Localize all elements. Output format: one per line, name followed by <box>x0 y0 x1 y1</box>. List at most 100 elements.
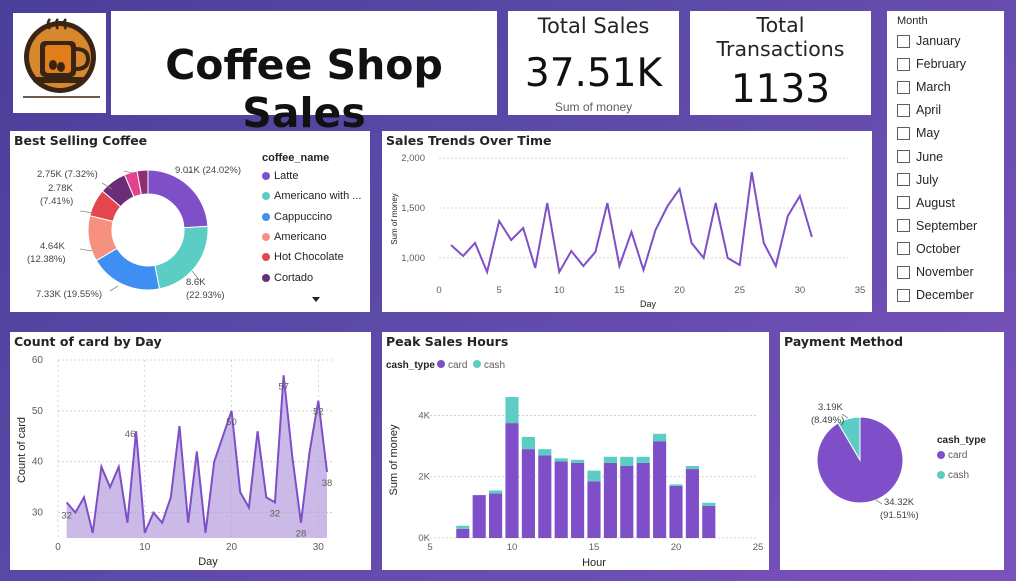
bar-card <box>571 462 585 538</box>
legend-swatch <box>937 471 945 479</box>
donut-legend-item[interactable]: Hot Chocolate <box>262 251 344 263</box>
bar-cash <box>521 436 535 450</box>
bar-cash <box>636 456 650 463</box>
page-title: Coffee Shop Sales <box>165 41 443 137</box>
month-option-march[interactable]: March <box>897 80 951 94</box>
sales-trend-line <box>450 171 813 276</box>
month-checkbox[interactable] <box>897 288 910 302</box>
legend-swatch <box>262 192 270 201</box>
data-label: 32 <box>270 508 281 519</box>
month-option-october[interactable]: October <box>897 242 960 256</box>
month-option-may[interactable]: May <box>897 126 940 140</box>
legend-swatch <box>437 360 445 368</box>
month-option-july[interactable]: July <box>897 173 938 187</box>
kpi-sales-caption: Sum of money <box>554 100 633 114</box>
donut-legend-item[interactable]: Latte <box>262 170 298 182</box>
bar-card <box>685 469 699 538</box>
month-checkbox[interactable] <box>897 173 910 187</box>
month-checkbox[interactable] <box>897 196 910 210</box>
month-option-april[interactable]: April <box>897 103 941 117</box>
x-tick-label: 20 <box>674 285 685 296</box>
month-label: May <box>916 126 940 141</box>
kpi-total-transactions: Total Transactions 1133 <box>690 11 871 115</box>
legend-swatch <box>262 273 270 282</box>
kpi-sales-label: Total Sales <box>537 14 650 38</box>
legend-title: cash_type <box>386 360 435 371</box>
best-selling-card: Best Selling Coffee 9.01K (24.02%) 8.6K (2… <box>10 131 370 312</box>
month-label: June <box>916 149 944 164</box>
data-label: 57 <box>278 381 289 392</box>
donut-data-label: (12.38%) <box>27 254 66 265</box>
legend-swatch <box>937 451 945 459</box>
month-checkbox[interactable] <box>897 219 910 233</box>
data-label: 52 <box>313 407 324 418</box>
bar-cash <box>702 502 716 506</box>
peak-hours-chart: cash_type card cash0K2K4K5 10 15 20 25HourSum … <box>386 360 763 569</box>
month-checkbox[interactable] <box>897 103 910 117</box>
donut-legend-item[interactable]: Cortado <box>262 272 313 284</box>
month-option-february[interactable]: February <box>897 57 966 71</box>
pie-data-label: 34.32K <box>884 497 915 508</box>
bar-card <box>620 466 634 538</box>
month-label: July <box>916 172 939 187</box>
month-label: February <box>916 57 967 72</box>
x-tick-label: 20 <box>226 542 238 553</box>
month-checkbox[interactable] <box>897 265 910 279</box>
legend-more-icon[interactable] <box>312 297 320 302</box>
month-label: December <box>916 288 974 303</box>
x-tick-label: 35 <box>855 285 866 296</box>
donut-data-label: 2.75K (7.32%) <box>37 169 98 180</box>
x-tick-label: 5 <box>427 542 432 553</box>
data-label: 32 <box>61 510 72 521</box>
bar-cash <box>505 397 519 424</box>
logo-card <box>13 13 106 113</box>
peak-hours-card: Peak Sales Hours cash_type card cash 0K 2K 4K… <box>382 332 769 570</box>
x-tick-label: 30 <box>795 285 806 296</box>
month-checkbox[interactable] <box>897 150 910 163</box>
donut-legend-item[interactable]: Americano <box>262 231 327 243</box>
y-tick-label: 30 <box>32 508 44 519</box>
month-option-january[interactable]: January <box>897 34 960 48</box>
month-option-november[interactable]: November <box>897 265 974 279</box>
month-checkbox[interactable] <box>897 242 910 256</box>
bar-card <box>636 462 650 538</box>
bar-cash <box>669 484 683 486</box>
bar-card <box>603 462 617 538</box>
donut-data-label: (7.41%) <box>40 196 73 207</box>
month-option-august[interactable]: August <box>897 196 955 210</box>
donut-data-label: 8.6K <box>186 277 206 288</box>
donut-legend-item[interactable]: Americano with ... <box>262 190 361 202</box>
x-axis-label: Day <box>198 556 218 568</box>
month-checkbox[interactable] <box>897 34 910 48</box>
bar-card <box>554 461 568 538</box>
y-tick-label: 4K <box>418 410 430 421</box>
bar-card <box>669 485 683 538</box>
month-checkbox[interactable] <box>897 126 910 140</box>
payment-card: Payment Method 3.19K (8.49%) 34.32K (91.51%… <box>780 332 1004 570</box>
donut-data-label: 7.33K (19.55%) <box>36 289 102 300</box>
legend-label: Hot Chocolate <box>274 251 344 264</box>
y-axis-label: Sum of money <box>390 193 399 245</box>
x-tick-label: 10 <box>554 285 565 296</box>
bar-card <box>587 481 601 538</box>
data-label: 46 <box>125 429 136 440</box>
month-option-june[interactable]: June <box>897 150 943 164</box>
donut-legend-item[interactable]: Cappuccino <box>262 211 332 223</box>
pie-data-label: (8.49%) <box>811 415 844 426</box>
month-option-september[interactable]: September <box>897 219 977 233</box>
count-card-card: Count of card by Day 30 40 50 60 0 10 20 30 32 46… <box>10 332 371 570</box>
month-option-december[interactable]: December <box>897 288 974 302</box>
y-tick-label: 2K <box>418 472 430 483</box>
donut-data-label: 9.01K (24.02%) <box>175 165 241 176</box>
month-label: January <box>916 34 961 48</box>
payment-pie: 3.19K (8.49%) 34.32K (91.51%) cash_typecard c… <box>811 402 986 521</box>
month-checkbox[interactable] <box>897 57 910 71</box>
data-label: 50 <box>226 417 237 428</box>
kpi-transactions-label: Total Transactions <box>716 13 845 61</box>
month-checkbox[interactable] <box>897 80 910 94</box>
donut-data-label: 4.64K <box>40 241 65 252</box>
y-axis-label: Sum of money <box>388 424 400 495</box>
y-tick-label: 1,500 <box>401 203 425 214</box>
month-label: November <box>916 265 974 279</box>
pie-leader-line <box>875 499 883 505</box>
